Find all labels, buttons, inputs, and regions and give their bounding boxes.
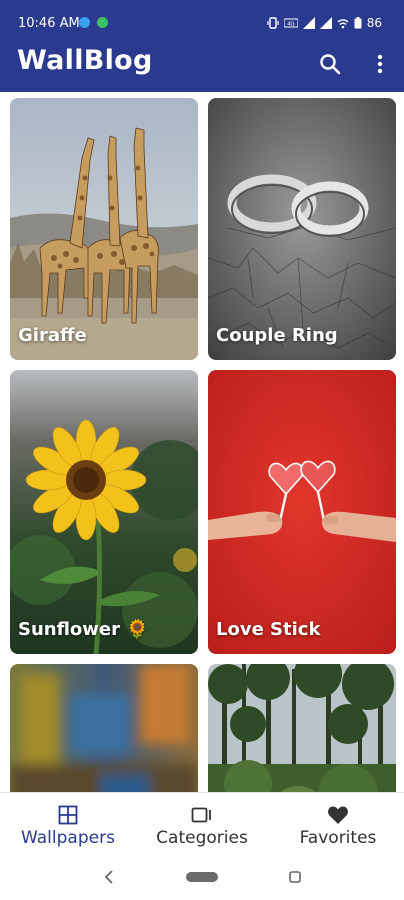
search-icon	[320, 54, 341, 75]
wifi-icon	[337, 19, 349, 29]
nav-label-categories: Categories	[156, 828, 248, 848]
app-title: WallBlog	[17, 45, 153, 76]
battery-level: 86	[366, 16, 382, 30]
wallpaper-title: Couple Ring	[216, 325, 338, 346]
more-vert-icon	[377, 54, 383, 74]
heart-icon	[328, 806, 348, 824]
home-pill-icon[interactable]	[186, 872, 218, 882]
wallpaper-card-couple-ring[interactable]: Couple Ring	[208, 98, 396, 360]
recents-icon[interactable]	[289, 871, 301, 883]
lollipop-image	[208, 370, 396, 654]
call-status-icon	[79, 17, 90, 28]
nav-item-categories[interactable]: Categories	[142, 793, 262, 853]
signal-icon	[302, 17, 315, 29]
wallpaper-card-forest[interactable]	[208, 664, 396, 792]
wallpaper-title: Giraffe	[18, 325, 87, 346]
status-icons: 4G 86	[267, 15, 382, 31]
wallpaper-title: Sunflower 🌻	[18, 619, 149, 640]
signal-icon-2	[319, 17, 332, 29]
sunflower-image	[10, 370, 198, 654]
nav-item-wallpapers[interactable]: Wallpapers	[8, 793, 128, 853]
wallpaper-card-blurred[interactable]	[10, 664, 198, 792]
wallpaper-card-sunflower[interactable]: Sunflower 🌻	[10, 370, 198, 654]
back-icon[interactable]	[104, 870, 114, 884]
nav-label-favorites: Favorites	[299, 828, 377, 848]
vibrate-icon	[267, 17, 279, 29]
volte-icon: 4G	[283, 18, 298, 28]
wallpaper-card-love-stick[interactable]: Love Stick	[208, 370, 396, 654]
grid-icon	[58, 805, 78, 825]
app-header: 10:46 AM 4G 86 WallBlog	[0, 0, 404, 92]
nav-item-favorites[interactable]: Favorites	[278, 793, 398, 853]
battery-icon	[354, 17, 362, 29]
messenger-icon	[97, 17, 108, 28]
forest-image	[208, 664, 396, 792]
giraffe-image	[10, 98, 198, 360]
wallpaper-grid: Giraffe Couple Ring Sunflower 🌻 Love Sti…	[0, 92, 404, 792]
categories-icon	[191, 807, 211, 823]
wallpaper-card-giraffe[interactable]: Giraffe	[10, 98, 198, 360]
wallpaper-title: Love Stick	[216, 619, 321, 640]
nav-label-wallpapers: Wallpapers	[21, 828, 115, 848]
more-options-button[interactable]	[366, 50, 394, 78]
status-bar: 10:46 AM 4G 86	[0, 0, 404, 46]
bottom-navigation: Wallpapers Categories Favorites	[0, 792, 404, 852]
svg-text:4G: 4G	[287, 22, 294, 28]
rings-image	[208, 98, 396, 360]
system-navigation-bar	[0, 852, 404, 900]
blurred-image	[10, 664, 198, 792]
status-time: 10:46 AM	[18, 16, 80, 31]
search-button[interactable]	[316, 50, 344, 78]
